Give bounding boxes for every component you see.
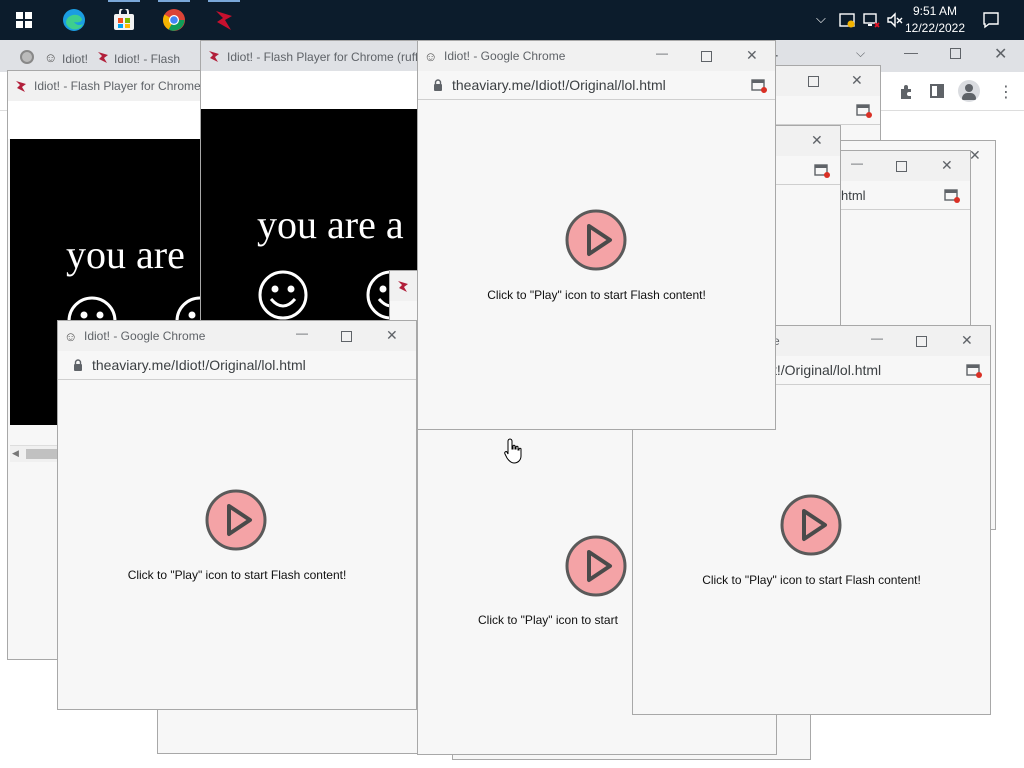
taskbar-store[interactable] [102, 0, 146, 40]
start-button[interactable] [0, 0, 44, 40]
chrome-small-icon [20, 50, 34, 64]
you-are-text: you are a [257, 202, 404, 247]
flash-tab-icon [98, 52, 108, 63]
extensions-puzzle-icon[interactable] [898, 84, 914, 100]
store-icon [114, 9, 134, 30]
tab-search-icon[interactable]: ⌵ [856, 46, 865, 61]
restore-icon[interactable] [950, 48, 961, 59]
you-are-text: you are [66, 232, 185, 277]
flash-prompt-text: Click to "Play" icon to start Flash cont… [127, 568, 347, 582]
play-icon[interactable] [780, 494, 842, 556]
blocked-popup-icon[interactable] [966, 364, 982, 378]
chrome-icon [163, 9, 185, 31]
window-title: Idiot! - Google Chrome [444, 49, 566, 63]
close-icon[interactable]: ✕ [795, 126, 840, 156]
lock-icon [434, 79, 442, 91]
window-title: Idiot! - Flash Player for Chrome [34, 79, 201, 93]
blocked-popup-icon[interactable] [856, 104, 872, 118]
taskbar-chrome[interactable] [152, 0, 196, 40]
play-icon[interactable] [565, 209, 627, 271]
notification-icon[interactable] [982, 11, 1000, 29]
popup-left-titlebar: ☺ Idiot! - Google Chrome — ✕ [58, 321, 416, 351]
blocked-popup-icon[interactable] [751, 79, 767, 93]
clock-time: 9:51 AM [912, 4, 958, 18]
minimize-icon[interactable]: — [904, 44, 918, 60]
restore-icon[interactable] [324, 321, 370, 351]
popup-back-right-d-titlebar: — ✕ [841, 151, 970, 181]
flash-icon [398, 281, 408, 292]
taskbar-flash[interactable] [202, 0, 246, 40]
side-panel-icon[interactable] [930, 84, 944, 98]
restore-icon[interactable] [791, 66, 837, 96]
smiley-tab-icon: ☺ [64, 329, 78, 344]
flash-icon [216, 11, 232, 30]
profile-avatar-icon[interactable] [958, 80, 980, 102]
flash-icon [16, 81, 26, 92]
close-icon[interactable]: ✕ [945, 326, 990, 356]
white-band [8, 101, 206, 139]
minimize-icon[interactable]: — [853, 326, 899, 356]
url-text: theaviary.me/Idiot!/Original/lol.html [452, 77, 666, 93]
edge-icon [63, 9, 85, 31]
close-icon[interactable]: ✕ [730, 41, 775, 71]
url-text: html [841, 188, 866, 203]
close-icon[interactable]: ✕ [370, 321, 416, 351]
chrome-menu-icon[interactable]: ⋮ [998, 82, 1014, 102]
flash-prompt-text: Click to "Play" icon to start Flash cont… [487, 288, 706, 302]
smiley-tab-icon: ☺ [44, 50, 58, 65]
flash-prompt-text: Click to "Play" icon to start [478, 613, 618, 627]
white-band [201, 71, 429, 109]
minimize-icon[interactable]: — [841, 151, 879, 181]
restore-icon[interactable] [879, 151, 925, 181]
popup-left: ☺ Idiot! - Google Chrome — ✕ theaviary.m… [57, 320, 417, 710]
flash-window-left-titlebar: Idiot! - Flash Player for Chrome [8, 71, 206, 101]
taskbar-edge[interactable] [52, 0, 96, 40]
url-text: t!/Original/lol.html [773, 362, 882, 378]
play-icon[interactable] [565, 535, 627, 597]
flash-window-mid-titlebar: Idiot! - Flash Player for Chrome (ruffl [201, 41, 429, 71]
popup-left-address-bar[interactable]: theaviary.me/Idiot!/Original/lol.html [58, 351, 416, 380]
popup-main: ☺ Idiot! - Google Chrome — ✕ theaviary.m… [417, 40, 776, 430]
tab-1-title: Idiot! [62, 52, 89, 66]
security-icon[interactable] [838, 12, 856, 28]
window-title: Idiot! - Google Chrome [84, 329, 206, 343]
minimize-icon[interactable]: — [638, 41, 684, 71]
close-icon[interactable]: ✕ [835, 66, 880, 96]
smiley-face-icon [258, 270, 308, 320]
clock-date: 12/22/2022 [904, 21, 966, 35]
smiley-tab-icon: ☺ [424, 49, 438, 64]
tab-1[interactable]: ☺ Idiot! [40, 44, 88, 72]
tab-2[interactable]: Idiot! - Flash [92, 44, 180, 72]
blocked-popup-icon[interactable] [944, 189, 960, 203]
minimize-icon[interactable]: — [278, 321, 324, 351]
taskbar: ⌵ 9:51 AM 12/22/2022 [0, 0, 1024, 40]
flash-prompt-text: Click to "Play" icon to start Flash cont… [702, 573, 921, 587]
windows-start-icon [16, 12, 32, 28]
flash-icon [209, 51, 219, 62]
restore-icon[interactable] [899, 326, 945, 356]
hand-cursor-icon [504, 438, 522, 464]
close-icon[interactable]: ✕ [994, 44, 1007, 64]
restore-icon[interactable] [684, 41, 730, 71]
tab-2-title: Idiot! - Flash [114, 52, 181, 66]
url-text: theaviary.me/Idiot!/Original/lol.html [92, 357, 306, 373]
network-icon[interactable] [862, 12, 880, 28]
clock[interactable]: 9:51 AM 12/22/2022 [900, 3, 970, 37]
lock-icon [74, 359, 82, 371]
system-tray: ⌵ [810, 0, 910, 40]
play-icon[interactable] [205, 489, 267, 551]
popup-main-titlebar: ☺ Idiot! - Google Chrome — ✕ [418, 41, 775, 71]
chevron-up-icon[interactable]: ⌵ [816, 11, 826, 27]
popup-main-address-bar[interactable]: theaviary.me/Idiot!/Original/lol.html [418, 71, 775, 100]
close-icon[interactable]: ✕ [925, 151, 970, 181]
blocked-popup-icon[interactable] [814, 164, 830, 178]
scroll-left-arrow-icon[interactable]: ◀ [12, 448, 19, 459]
popup-back-right-d-addr: html [841, 181, 970, 210]
window-title: Idiot! - Flash Player for Chrome (ruffl [227, 50, 421, 64]
